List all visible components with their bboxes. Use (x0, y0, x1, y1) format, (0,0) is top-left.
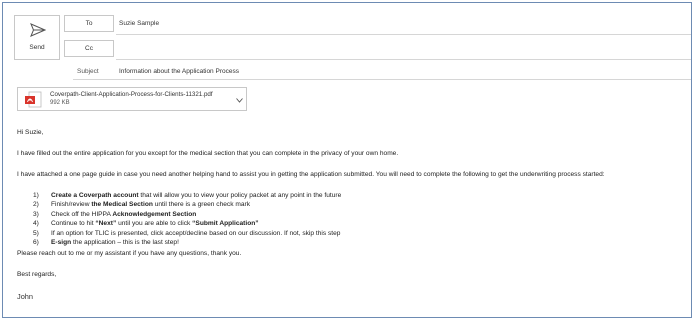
step-text: E-sign the application – this is the las… (51, 238, 179, 246)
send-button[interactable]: Send (14, 15, 60, 60)
sign-off: Best regards, (17, 271, 57, 278)
paragraph-2: I have attached a one page guide in case… (17, 171, 605, 178)
pdf-icon (25, 91, 42, 108)
cc-button[interactable]: Cc (64, 40, 114, 57)
signature: John (17, 292, 34, 301)
closing-line: Please reach out to me or my assistant i… (17, 250, 242, 257)
step-number: 2) (33, 201, 39, 209)
subject-field-underline (73, 79, 691, 80)
subject-label: Subject (77, 68, 99, 75)
step-number: 6) (33, 238, 39, 246)
compose-header: Send To Suzie Sample Cc Subject Informat… (3, 3, 691, 80)
step-text: If an option for TLIC is presented, clic… (51, 229, 341, 237)
step-number: 4) (33, 220, 39, 228)
send-icon (30, 23, 46, 37)
to-button[interactable]: To (64, 15, 114, 32)
chevron-down-icon[interactable] (236, 98, 243, 103)
step-number: 3) (33, 210, 39, 218)
subject-field[interactable]: Information about the Application Proces… (119, 68, 239, 75)
send-label: Send (29, 44, 45, 51)
step-text: Create a Coverpath account that will all… (51, 192, 342, 199)
step-number: 1) (33, 192, 39, 199)
to-field-underline (116, 34, 691, 35)
paragraph-1: I have filled out the entire application… (17, 150, 399, 157)
step-text: Continue to hit “Next” until you are abl… (51, 220, 259, 228)
greeting: Hi Suzie, (17, 129, 44, 136)
attachment-size: 992 KB (50, 100, 70, 106)
step-number: 5) (33, 229, 39, 237)
cc-field-underline (116, 59, 691, 60)
step-text: Check off the HIPPA Acknowledgement Sect… (51, 210, 197, 218)
to-field[interactable]: Suzie Sample (119, 20, 159, 27)
attachment-card[interactable]: Coverpath-Client-Application-Process-for… (17, 87, 247, 111)
step-text: Finish/review the Medical Section until … (51, 201, 250, 209)
email-compose-window: Send To Suzie Sample Cc Subject Informat… (2, 2, 692, 318)
attachment-name: Coverpath-Client-Application-Process-for… (50, 91, 213, 98)
